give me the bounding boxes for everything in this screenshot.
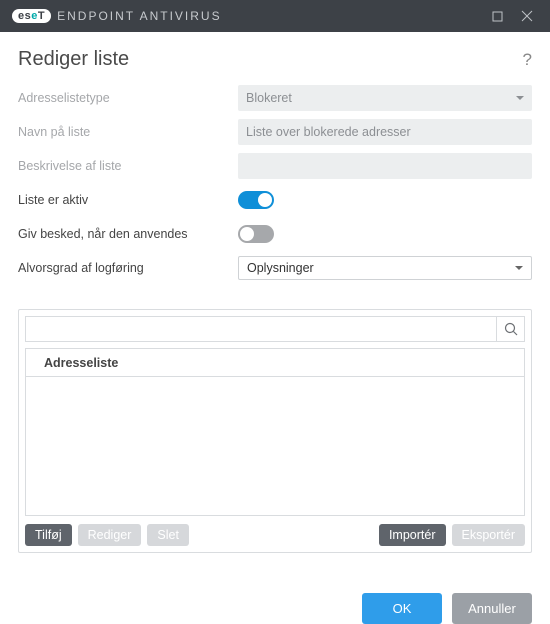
list-name-value: Liste over blokerede adresser	[246, 125, 411, 139]
search-button[interactable]	[496, 317, 524, 341]
log-severity-select[interactable]: Oplysninger	[238, 256, 532, 280]
address-type-select: Blokeret	[238, 85, 532, 111]
log-severity-label: Alvorsgrad af logføring	[18, 261, 238, 275]
brand-suffix: T	[38, 10, 45, 22]
window-maximize-button[interactable]	[482, 0, 512, 32]
brand-prefix: es	[18, 10, 31, 22]
list-desc-label: Beskrivelse af liste	[18, 159, 238, 173]
window-close-button[interactable]	[512, 0, 542, 32]
address-type-label: Adresselistetype	[18, 91, 238, 105]
notify-label: Giv besked, når den anvendes	[18, 227, 238, 241]
brand-badge: eseT	[12, 9, 51, 23]
active-label: Liste er aktiv	[18, 193, 238, 207]
product-name: ENDPOINT ANTIVIRUS	[57, 9, 221, 23]
titlebar: eseT ENDPOINT ANTIVIRUS	[0, 0, 550, 32]
close-icon	[521, 10, 533, 22]
search-icon	[504, 322, 518, 336]
address-type-value: Blokeret	[246, 91, 292, 105]
notify-toggle[interactable]	[238, 225, 274, 243]
cancel-button[interactable]: Annuller	[452, 593, 532, 624]
export-button: Eksportér	[452, 524, 526, 546]
active-toggle[interactable]	[238, 191, 274, 209]
delete-button: Slet	[147, 524, 189, 546]
list-body[interactable]	[25, 376, 525, 516]
brand-highlight: e	[31, 10, 38, 22]
import-button[interactable]: Importér	[379, 524, 446, 546]
list-desc-field	[238, 153, 532, 179]
maximize-icon	[492, 11, 503, 22]
page-title: Rediger liste	[18, 48, 523, 71]
address-list-panel: Adresseliste Tilføj Rediger Slet Importé…	[18, 309, 532, 553]
help-icon[interactable]: ?	[523, 50, 532, 70]
edit-button: Rediger	[78, 524, 142, 546]
add-button[interactable]: Tilføj	[25, 524, 72, 546]
list-column-header: Adresseliste	[25, 348, 525, 376]
list-name-field: Liste over blokerede adresser	[238, 119, 532, 145]
ok-button[interactable]: OK	[362, 593, 442, 624]
list-name-label: Navn på liste	[18, 125, 238, 139]
log-severity-value: Oplysninger	[247, 261, 314, 275]
search-input[interactable]	[26, 317, 496, 341]
